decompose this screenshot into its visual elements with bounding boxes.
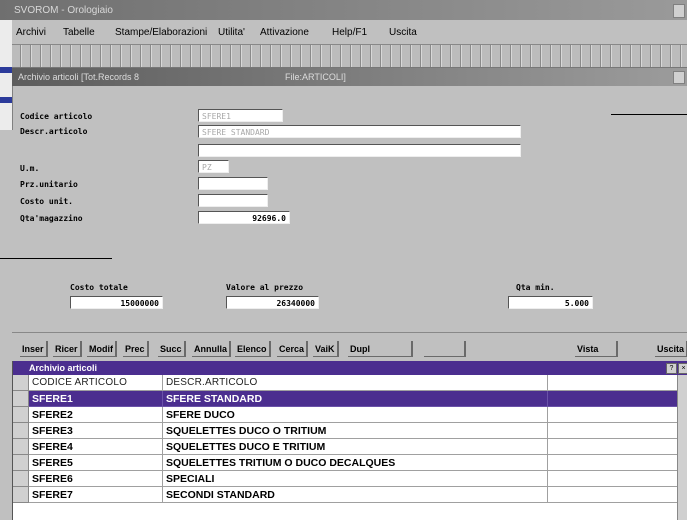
qta-magazzino-label: Qta'magazzino — [20, 214, 83, 223]
cell-empty[interactable] — [548, 439, 678, 455]
vista-button[interactable]: Vista — [575, 341, 618, 357]
annulla-button[interactable]: Annulla — [192, 341, 231, 357]
app-title-bar: SVOROM - Orologiaio — [0, 0, 687, 20]
separator-line — [0, 258, 112, 259]
cell-descr[interactable]: SPECIALI — [163, 471, 548, 487]
cell-codice[interactable]: SFERE5 — [29, 455, 163, 471]
table-row[interactable]: SFERE2 SFERE DUCO — [13, 407, 687, 423]
prec-button[interactable]: Prec — [123, 341, 149, 357]
menu-bar: Archivi Tabelle Stampe/Elaborazioni Util… — [12, 20, 687, 45]
table-row[interactable]: SFERE1 SFERE STANDARD — [13, 391, 687, 407]
qta-min-label: Qta min. — [516, 283, 555, 292]
cell-descr[interactable]: SECONDI STANDARD — [163, 487, 548, 503]
child-window-control-button[interactable] — [673, 71, 685, 84]
ricer-button[interactable]: Ricer — [53, 341, 82, 357]
table-row[interactable]: SFERE3 SQUELETTES DUCO O TRITIUM — [13, 423, 687, 439]
valore-label: Valore al prezzo — [226, 283, 304, 292]
toolbar[interactable] — [12, 45, 687, 68]
grid-header-row: CODICE ARTICOLO DESCR.ARTICOLO — [13, 375, 687, 391]
um-field[interactable]: PZ — [198, 160, 229, 173]
modif-button[interactable]: Modif — [87, 341, 117, 357]
col-header-empty[interactable] — [548, 375, 678, 391]
grid-help-button[interactable]: ? — [666, 363, 677, 374]
blank-button[interactable] — [424, 341, 466, 357]
cell-descr[interactable]: SQUELETTES DUCO E TRITIUM — [163, 439, 548, 455]
cell-codice[interactable]: SFERE2 — [29, 407, 163, 423]
qta-magazzino-field[interactable]: 92696.0 — [198, 211, 290, 224]
window-control-button[interactable] — [673, 4, 685, 18]
child-window-title: Archivio articoli [Tot.Records 8 — [18, 72, 140, 82]
elenco-button[interactable]: Elenco — [235, 341, 271, 357]
costo-totale-label: Costo totale — [70, 283, 128, 292]
codice-label: Codice articolo — [20, 112, 93, 121]
row-header-cell — [13, 407, 29, 423]
uscita-button[interactable]: Uscita — [655, 341, 687, 357]
row-header-cell — [13, 471, 29, 487]
grid-title-bar: Archivio articoli ? × — [13, 361, 687, 375]
cell-codice[interactable]: SFERE7 — [29, 487, 163, 503]
table-row[interactable]: SFERE4 SQUELETTES DUCO E TRITIUM — [13, 439, 687, 455]
menu-utilita[interactable]: Utilita' — [218, 27, 245, 38]
row-header-cell — [13, 439, 29, 455]
separator-line — [611, 114, 687, 115]
grid-close-button[interactable]: × — [678, 363, 687, 374]
table-row[interactable]: SFERE5 SQUELETTES TRITIUM O DUCO DECALQU… — [13, 455, 687, 471]
cell-codice[interactable]: SFERE6 — [29, 471, 163, 487]
menu-attivazione[interactable]: Attivazione — [260, 27, 309, 38]
vaik-button[interactable]: VaiK — [313, 341, 339, 357]
cell-empty[interactable] — [548, 423, 678, 439]
cell-empty[interactable] — [548, 407, 678, 423]
row-header-cell — [13, 391, 29, 407]
row-header-cell — [13, 375, 29, 391]
cell-descr[interactable]: SFERE STANDARD — [163, 391, 548, 407]
succ-button[interactable]: Succ — [158, 341, 186, 357]
costo-unit-field[interactable] — [198, 194, 268, 207]
cell-empty[interactable] — [548, 471, 678, 487]
cell-descr[interactable]: SFERE DUCO — [163, 407, 548, 423]
cell-codice[interactable]: SFERE1 — [29, 391, 163, 407]
prz-unitario-label: Prz.unitario — [20, 180, 78, 189]
col-header-codice[interactable]: CODICE ARTICOLO — [29, 375, 163, 391]
menu-stampe[interactable]: Stampe/Elaborazioni — [115, 27, 207, 38]
child-window-title-bar: Archivio articoli [Tot.Records 8 File:AR… — [12, 68, 687, 86]
prz-unitario-field[interactable] — [198, 177, 268, 190]
costo-unit-label: Costo unit. — [20, 197, 73, 206]
row-header-cell — [13, 455, 29, 471]
command-button-row: Inser Ricer Modif Prec Succ Annulla Elen… — [12, 332, 687, 361]
codice-field[interactable]: SFERE1 — [198, 109, 283, 122]
table-row[interactable]: SFERE7 SECONDI STANDARD — [13, 487, 687, 503]
qta-min-field[interactable]: 5.000 — [508, 296, 593, 309]
cell-empty[interactable] — [548, 455, 678, 471]
grid-vertical-scrollbar[interactable] — [677, 375, 687, 520]
costo-totale-field[interactable]: 15000000 — [70, 296, 163, 309]
menu-uscita[interactable]: Uscita — [389, 27, 417, 38]
row-header-cell — [13, 423, 29, 439]
row-header-cell — [13, 487, 29, 503]
menu-archivi[interactable]: Archivi — [16, 27, 46, 38]
app-title: SVOROM - Orologiaio — [14, 5, 113, 16]
background-highlight — [0, 97, 12, 103]
background-highlight — [0, 67, 12, 73]
cell-empty[interactable] — [548, 391, 678, 407]
col-header-descr[interactable]: DESCR.ARTICOLO — [163, 375, 548, 391]
child-window-file: File:ARTICOLI] — [285, 72, 346, 82]
inser-button[interactable]: Inser — [20, 341, 48, 357]
descr-field-1[interactable]: SFERE STANDARD — [198, 125, 521, 138]
grid-title: Archivio articoli — [29, 363, 98, 373]
descr-label: Descr.articolo — [20, 127, 88, 136]
um-label: U.m. — [20, 164, 40, 173]
menu-tabelle[interactable]: Tabelle — [63, 27, 95, 38]
cell-descr[interactable]: SQUELETTES DUCO O TRITIUM — [163, 423, 548, 439]
valore-field[interactable]: 26340000 — [226, 296, 319, 309]
descr-field-2[interactable] — [198, 144, 521, 157]
articles-grid[interactable]: Archivio articoli ? × CODICE ARTICOLO DE… — [12, 361, 687, 520]
cell-codice[interactable]: SFERE3 — [29, 423, 163, 439]
cell-empty[interactable] — [548, 487, 678, 503]
menu-help[interactable]: Help/F1 — [332, 27, 367, 38]
dupl-button[interactable]: Dupl — [348, 341, 413, 357]
cell-descr[interactable]: SQUELETTES TRITIUM O DUCO DECALQUES — [163, 455, 548, 471]
cell-codice[interactable]: SFERE4 — [29, 439, 163, 455]
table-row[interactable]: SFERE6 SPECIALI — [13, 471, 687, 487]
cerca-button[interactable]: Cerca — [277, 341, 309, 357]
